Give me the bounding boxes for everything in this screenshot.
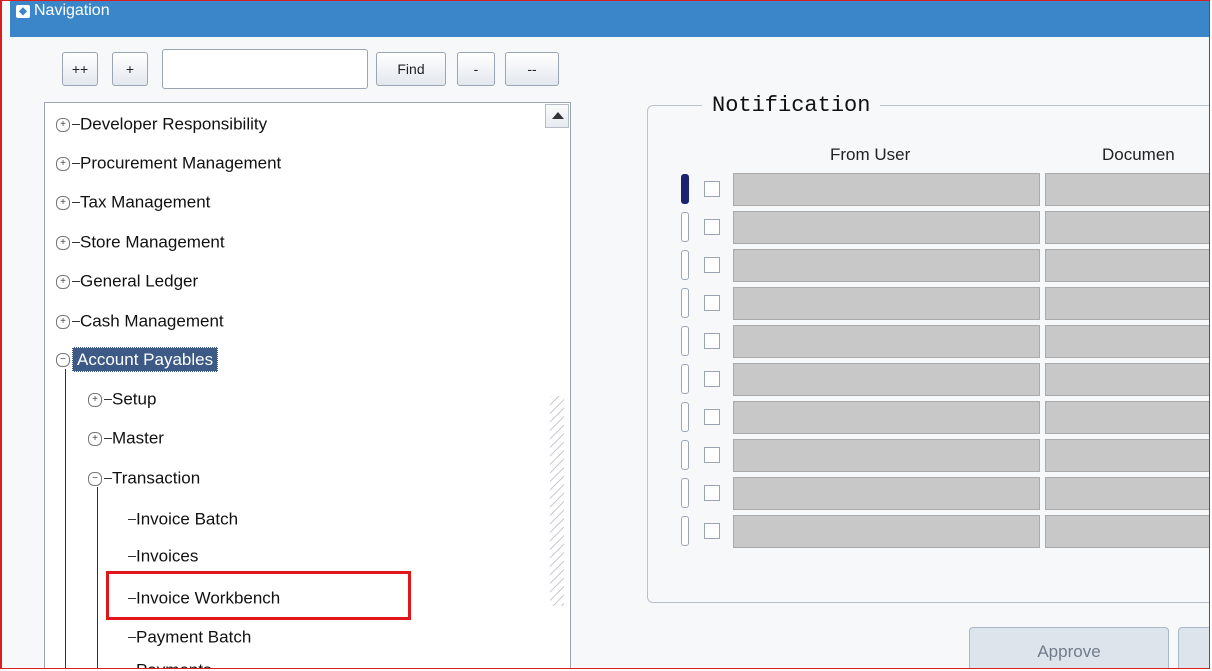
document-cell[interactable]	[1045, 515, 1209, 548]
row-checkbox[interactable]	[704, 447, 720, 463]
collapse-button[interactable]: -	[457, 52, 495, 86]
find-label: Find	[397, 61, 425, 77]
tree-connector	[72, 124, 80, 126]
from-user-cell[interactable]	[733, 515, 1040, 548]
expand-icon[interactable]: +	[88, 392, 102, 407]
tree-item-setup[interactable]: + Setup	[88, 386, 156, 412]
row-checkbox[interactable]	[704, 523, 720, 539]
column-header-from-user: From User	[830, 145, 911, 164]
expand-icon[interactable]: +	[56, 274, 70, 289]
document-cell[interactable]	[1045, 173, 1209, 206]
tree-connector	[72, 163, 80, 165]
collapse-icon[interactable]: −	[56, 352, 70, 367]
document-cell[interactable]	[1045, 325, 1209, 358]
row-checkbox[interactable]	[704, 371, 720, 387]
approve-button[interactable]: Approve	[969, 627, 1169, 668]
tree-item-store-management[interactable]: + Store Management	[56, 229, 225, 255]
row-indicator[interactable]	[681, 440, 689, 470]
row-indicator[interactable]	[681, 326, 689, 356]
from-user-cell[interactable]	[733, 249, 1040, 282]
collapse-all-button[interactable]: --	[505, 52, 559, 86]
tree-connector	[72, 281, 80, 283]
document-cell[interactable]	[1045, 211, 1209, 244]
tree-item-general-ledger[interactable]: + General Ledger	[56, 268, 198, 294]
row-indicator[interactable]	[681, 402, 689, 432]
highlight-box	[106, 571, 411, 620]
row-indicator[interactable]	[681, 174, 689, 204]
row-indicator[interactable]	[681, 364, 689, 394]
window-title: Navigation	[34, 2, 110, 19]
from-user-cell[interactable]	[733, 439, 1040, 472]
tree-item-cash-management[interactable]: + Cash Management	[56, 308, 224, 334]
find-button[interactable]: Find	[376, 52, 446, 86]
scroll-up-button[interactable]	[545, 104, 569, 128]
expand-button[interactable]: +	[112, 52, 148, 86]
tree-item-invoice-batch[interactable]: Invoice Batch	[128, 506, 238, 532]
collapse-icon[interactable]: −	[88, 471, 102, 486]
row-indicator[interactable]	[681, 212, 689, 242]
tree-item-transaction[interactable]: − Transaction	[88, 465, 200, 491]
tree-connector	[104, 399, 112, 401]
tree-item-developer-responsibility[interactable]: + Developer Responsibility	[56, 111, 267, 137]
from-user-cell[interactable]	[733, 401, 1040, 434]
tree-connector	[72, 321, 80, 323]
from-user-cell[interactable]	[733, 211, 1040, 244]
document-cell[interactable]	[1045, 401, 1209, 434]
tree-connector	[128, 519, 136, 521]
tree-connector	[65, 369, 66, 668]
row-checkbox[interactable]	[704, 295, 720, 311]
expand-icon[interactable]: +	[56, 195, 70, 210]
expand-icon[interactable]: +	[56, 117, 70, 132]
from-user-cell[interactable]	[733, 325, 1040, 358]
tree-connector	[72, 202, 80, 204]
row-checkbox[interactable]	[704, 485, 720, 501]
from-user-cell[interactable]	[733, 477, 1040, 510]
tree-item-master[interactable]: + Master	[88, 425, 164, 451]
document-cell[interactable]	[1045, 439, 1209, 472]
row-checkbox[interactable]	[704, 181, 720, 197]
expand-all-button[interactable]: ++	[62, 52, 98, 86]
tree-item-invoices[interactable]: Invoices	[128, 543, 198, 569]
row-checkbox[interactable]	[704, 409, 720, 425]
row-indicator[interactable]	[681, 288, 689, 318]
expand-icon[interactable]: +	[56, 235, 70, 250]
scrollbar-thumb[interactable]	[550, 396, 564, 606]
document-cell[interactable]	[1045, 477, 1209, 510]
document-cell[interactable]	[1045, 249, 1209, 282]
tree-connector	[72, 242, 80, 244]
row-checkbox[interactable]	[704, 257, 720, 273]
expand-icon[interactable]: +	[56, 314, 70, 329]
window-titlebar: ◆ Navigation	[10, 1, 1209, 37]
navigation-window: ◆ Navigation ++ + Find - -- + Developer R…	[0, 0, 1210, 669]
tree-connector	[97, 487, 98, 668]
row-indicator[interactable]	[681, 250, 689, 280]
row-indicator[interactable]	[681, 478, 689, 508]
tree-item-payments[interactable]: Payments	[128, 657, 212, 668]
row-indicator[interactable]	[681, 516, 689, 546]
document-cell[interactable]	[1045, 363, 1209, 396]
tree-item-procurement-management[interactable]: + Procurement Management	[56, 150, 281, 176]
tree-connector	[104, 478, 112, 480]
expand-icon[interactable]: +	[56, 156, 70, 171]
search-input[interactable]	[162, 49, 368, 89]
from-user-cell[interactable]	[733, 287, 1040, 320]
tree-connector	[128, 637, 136, 639]
from-user-cell[interactable]	[733, 173, 1040, 206]
tree-item-account-payables[interactable]: − Account Payables	[56, 346, 219, 372]
column-header-document: Documen	[1102, 145, 1175, 164]
from-user-cell[interactable]	[733, 363, 1040, 396]
tree-connector	[104, 438, 112, 440]
notification-title: Notification	[702, 93, 881, 118]
row-checkbox[interactable]	[704, 219, 720, 235]
expand-icon[interactable]: +	[88, 431, 102, 446]
row-checkbox[interactable]	[704, 333, 720, 349]
tree-item-payment-batch[interactable]: Payment Batch	[128, 624, 251, 650]
secondary-action-button[interactable]	[1178, 627, 1209, 668]
navigator-icon: ◆	[16, 5, 30, 18]
tree-item-tax-management[interactable]: + Tax Management	[56, 189, 210, 215]
document-cell[interactable]	[1045, 287, 1209, 320]
tree-connector	[128, 556, 136, 558]
